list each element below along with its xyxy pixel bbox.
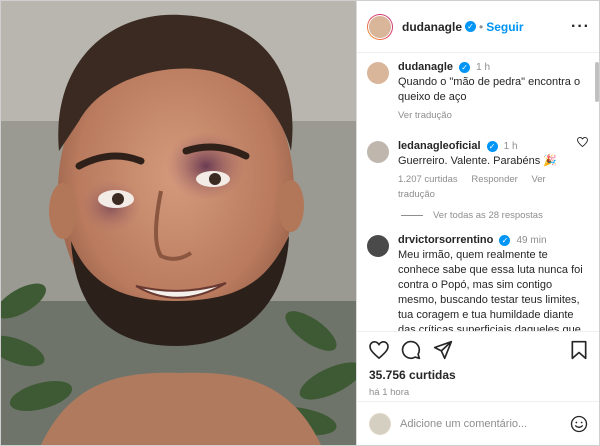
- author-avatar-ring[interactable]: [367, 13, 393, 40]
- heart-icon[interactable]: [577, 137, 588, 147]
- comment-avatar[interactable]: [367, 141, 389, 163]
- add-comment-bar: Adicione um comentário...: [357, 401, 599, 445]
- caption-time: 1 h: [476, 62, 491, 73]
- caption-text: Quando o "mão de pedra" encontra o queix…: [398, 76, 581, 103]
- caption-username[interactable]: dudanagle: [398, 61, 453, 73]
- emoji-icon[interactable]: [570, 415, 588, 433]
- share-icon[interactable]: [433, 340, 453, 360]
- post-actions: 35.756 curtidas há 1 hora: [357, 331, 599, 398]
- post-side-panel: dudanagle ✓ • Seguir ··· dudanagle ✓ 1 h…: [356, 1, 599, 445]
- add-comment-input[interactable]: Adicione um comentário...: [400, 418, 570, 430]
- author-username[interactable]: dudanagle: [402, 20, 462, 34]
- current-user-avatar: [369, 412, 391, 435]
- comment-username[interactable]: ledanagleoficial: [398, 140, 481, 152]
- verified-badge-icon: ✓: [486, 140, 498, 152]
- comment-reply-link[interactable]: Responder: [471, 174, 517, 185]
- comment-time: 49 min: [516, 235, 547, 246]
- comment-avatar[interactable]: [367, 235, 389, 257]
- comment-row: ledanagleoficial ✓ 1 h Guerreiro. Valent…: [357, 123, 599, 202]
- view-replies-link[interactable]: Ver todas as 28 respostas: [357, 202, 599, 221]
- heart-icon[interactable]: [369, 341, 389, 359]
- post-time-ago: há 1 hora: [369, 387, 410, 398]
- caption-avatar[interactable]: [367, 62, 389, 84]
- post-photo-image: [1, 1, 356, 445]
- verified-badge-icon: ✓: [459, 61, 471, 73]
- comment-likes[interactable]: 1.207 curtidas: [398, 174, 458, 185]
- comments-list[interactable]: dudanagle ✓ 1 h Quando o "mão de pedra" …: [357, 54, 599, 331]
- bookmark-icon[interactable]: [570, 340, 588, 360]
- post-header: dudanagle ✓ • Seguir ···: [357, 1, 599, 53]
- comment-username[interactable]: drvictorsorrentino: [398, 234, 493, 246]
- comments-scrollbar[interactable]: [595, 56, 599, 331]
- view-replies-label[interactable]: Ver todas as 28 respostas: [433, 210, 543, 221]
- caption-row: dudanagle ✓ 1 h Quando o "mão de pedra" …: [357, 54, 599, 123]
- caption-translate-link[interactable]: Ver tradução: [398, 110, 452, 121]
- instagram-post-modal: dudanagle ✓ • Seguir ··· dudanagle ✓ 1 h…: [0, 0, 600, 446]
- follow-button[interactable]: Seguir: [486, 20, 523, 34]
- comment-time: 1 h: [503, 141, 518, 152]
- comment-icon[interactable]: [401, 340, 421, 360]
- scrollbar-thumb[interactable]: [595, 62, 599, 102]
- separator-dot: •: [479, 19, 484, 34]
- verified-badge-icon: ✓: [499, 234, 511, 246]
- post-photo[interactable]: [1, 1, 356, 445]
- author-avatar[interactable]: [368, 14, 392, 39]
- more-options-icon[interactable]: ···: [571, 18, 590, 36]
- verified-badge-icon: ✓: [465, 21, 477, 32]
- comment-text: Guerreiro. Valente. Parabéns 🎉: [398, 155, 558, 167]
- likes-count[interactable]: 35.756 curtidas: [369, 368, 588, 382]
- comment-row: drvictorsorrentino ✓ 49 min Meu irmão, q…: [357, 221, 599, 331]
- replies-divider: [401, 215, 423, 216]
- comment-text: Meu irmão, quem realmente te conhece sab…: [398, 249, 583, 331]
